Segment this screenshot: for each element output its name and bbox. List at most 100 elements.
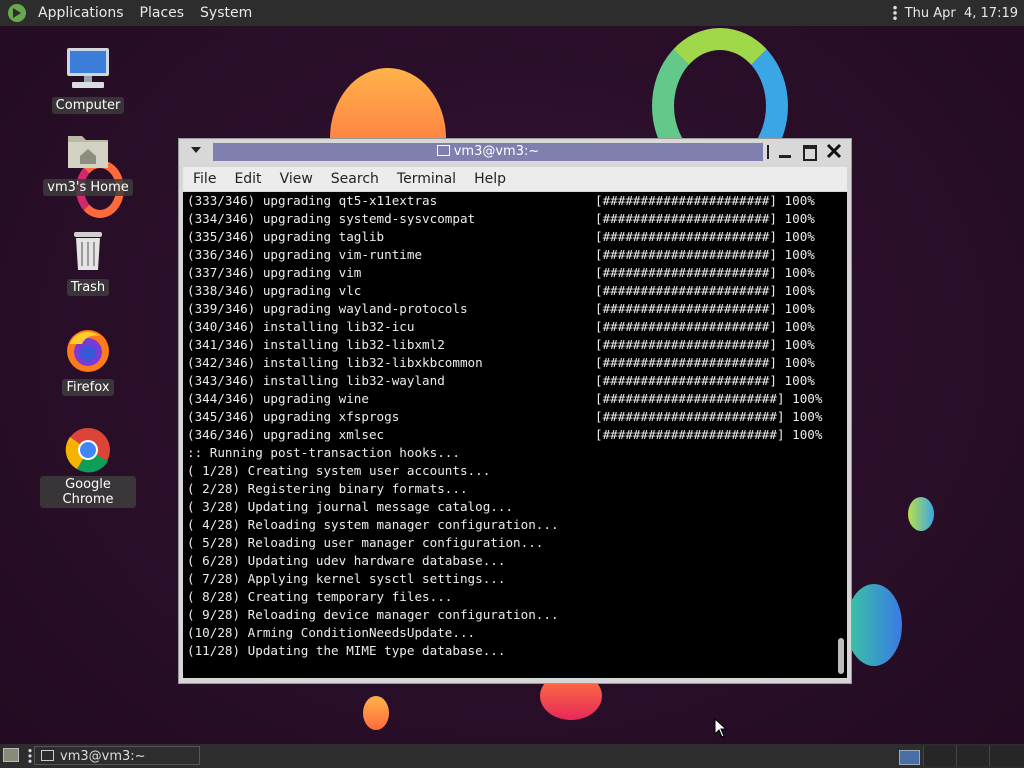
taskbar-task-label: vm3@vm3:~ xyxy=(60,749,146,764)
terminal-scrollbar[interactable] xyxy=(836,192,844,678)
progress-text: (339/346) upgrading wayland-protocols xyxy=(187,301,468,316)
workspace-2[interactable] xyxy=(924,746,957,766)
panel-handle-icon[interactable] xyxy=(28,748,32,764)
clock[interactable]: Thu Apr 4, 17:19 xyxy=(905,6,1018,21)
hook-line: ( 3/28) Updating journal message catalog… xyxy=(187,499,514,514)
scrollbar-thumb[interactable] xyxy=(838,638,844,674)
places-menu[interactable]: Places xyxy=(132,0,193,26)
top-menu: Applications Places System xyxy=(30,0,260,26)
progress-line: (334/346) upgrading systemd-sysvcompat [#… xyxy=(187,210,837,228)
menu-search[interactable]: Search xyxy=(321,171,387,187)
hook-line: ( 4/28) Reloading system manager configu… xyxy=(187,517,559,532)
mouse-cursor-icon xyxy=(714,717,728,738)
clock-area: Thu Apr 4, 17:19 xyxy=(892,0,1018,26)
minimize-icon[interactable] xyxy=(779,155,791,158)
progress-text: (333/346) upgrading qt5-x11extras xyxy=(187,193,438,208)
desktop-icon-home[interactable]: vm3's Home xyxy=(40,126,136,196)
hook-line: ( 6/28) Updating udev hardware database.… xyxy=(187,553,506,568)
applications-menu[interactable]: Applications xyxy=(30,0,132,26)
progress-bar-text: [######################] 100% xyxy=(595,193,815,208)
close-icon[interactable] xyxy=(825,142,843,160)
computer-icon xyxy=(64,44,112,92)
desktop-icon-label: Firefox xyxy=(62,379,114,396)
progress-bar-text: [######################] 100% xyxy=(595,229,815,244)
top-panel: Applications Places System Thu Apr 4, 17… xyxy=(0,0,1024,26)
progress-text: (334/346) upgrading systemd-sysvcompat xyxy=(187,211,476,226)
progress-line: (339/346) upgrading wayland-protocols [##… xyxy=(187,300,837,318)
home-folder-icon xyxy=(64,126,112,174)
window-titlebar[interactable]: vm3@vm3:~ xyxy=(179,139,851,165)
menu-view[interactable]: View xyxy=(270,171,321,187)
progress-text: (338/346) upgrading vlc xyxy=(187,283,362,298)
progress-line: (333/346) upgrading qt5-x11extras [######… xyxy=(187,192,837,210)
maximize-icon[interactable] xyxy=(803,145,817,161)
bottom-panel: vm3@vm3:~ xyxy=(0,744,1024,768)
progress-text: (340/346) installing lib32-icu xyxy=(187,319,415,334)
hook-line: ( 8/28) Creating temporary files... xyxy=(187,589,453,604)
desktop-icon-trash[interactable]: Trash xyxy=(40,226,136,296)
window-title-strip[interactable]: vm3@vm3:~ xyxy=(213,143,763,161)
progress-text: (345/346) upgrading xfsprogs xyxy=(187,409,400,424)
taskbar-terminal-button[interactable]: vm3@vm3:~ xyxy=(34,746,200,765)
menu-help[interactable]: Help xyxy=(464,171,514,187)
wallpaper-pill-shape xyxy=(908,497,934,531)
progress-line: (343/346) installing lib32-wayland [#####… xyxy=(187,372,837,390)
progress-line: (338/346) upgrading vlc [################… xyxy=(187,282,837,300)
menu-edit[interactable]: Edit xyxy=(224,171,269,187)
progress-line: (342/346) installing lib32-libxkbcommon [… xyxy=(187,354,837,372)
hook-line: (11/28) Updating the MIME type database.… xyxy=(187,643,506,658)
workspace-1[interactable] xyxy=(892,746,924,766)
workspace-switcher[interactable] xyxy=(892,746,1024,766)
terminal-window: vm3@vm3:~ File Edit View Search Terminal… xyxy=(178,138,852,684)
desktop-icon-firefox[interactable]: Firefox xyxy=(40,326,136,396)
panel-handle-icon[interactable] xyxy=(892,5,897,21)
progress-bar-text: [######################] 100% xyxy=(595,247,815,262)
workspace-4[interactable] xyxy=(990,746,1024,766)
titlebar-separator xyxy=(767,145,769,159)
show-desktop-icon[interactable] xyxy=(3,748,19,762)
desktop-icon-chrome[interactable]: Google Chrome xyxy=(40,426,136,508)
progress-line: (335/346) upgrading taglib [#############… xyxy=(187,228,837,246)
progress-bar-text: [######################] 100% xyxy=(595,283,815,298)
progress-bar-text: [######################] 100% xyxy=(595,337,815,352)
desktop-icon-computer[interactable]: Computer xyxy=(40,44,136,114)
menu-file[interactable]: File xyxy=(183,171,224,187)
distro-logo-icon[interactable] xyxy=(8,4,26,22)
window-menu-icon[interactable] xyxy=(191,147,201,153)
desktop-icon-label: vm3's Home xyxy=(43,179,133,196)
progress-bar-text: [#######################] 100% xyxy=(595,427,823,442)
progress-bar-text: [#######################] 100% xyxy=(595,409,823,424)
progress-text: (346/346) upgrading xmlsec xyxy=(187,427,385,442)
menu-terminal[interactable]: Terminal xyxy=(387,171,464,187)
terminal-task-icon xyxy=(41,750,54,761)
progress-text: (336/346) upgrading vim-runtime xyxy=(187,247,423,262)
hook-line: ( 5/28) Reloading user manager configura… xyxy=(187,535,544,550)
progress-text: (343/346) installing lib32-wayland xyxy=(187,373,445,388)
terminal-lines: (333/346) upgrading qt5-x11extras [######… xyxy=(187,192,837,660)
progress-bar-text: [######################] 100% xyxy=(595,265,815,280)
progress-line: (340/346) installing lib32-icu [#########… xyxy=(187,318,837,336)
progress-text: (344/346) upgrading wine xyxy=(187,391,369,406)
progress-line: (345/346) upgrading xfsprogs [###########… xyxy=(187,408,837,426)
terminal-output[interactable]: (333/346) upgrading qt5-x11extras [######… xyxy=(183,192,847,678)
progress-bar-text: [######################] 100% xyxy=(595,355,815,370)
progress-text: (341/346) installing lib32-libxml2 xyxy=(187,337,445,352)
workspace-3[interactable] xyxy=(957,746,990,766)
system-menu[interactable]: System xyxy=(192,0,260,26)
hook-line: (10/28) Arming ConditionNeedsUpdate... xyxy=(187,625,476,640)
firefox-icon xyxy=(64,326,112,374)
progress-bar-text: [######################] 100% xyxy=(595,319,815,334)
hook-line: ( 1/28) Creating system user accounts... xyxy=(187,463,491,478)
desktop-icon-label: Google Chrome xyxy=(40,476,136,508)
terminal-menubar: File Edit View Search Terminal Help xyxy=(183,167,847,191)
wallpaper-small-orange-shape xyxy=(363,696,389,730)
progress-bar-text: [#######################] 100% xyxy=(595,391,823,406)
progress-text: (342/346) installing lib32-libxkbcommon xyxy=(187,355,483,370)
hook-line: ( 2/28) Registering binary formats... xyxy=(187,481,468,496)
progress-line: (341/346) installing lib32-libxml2 [#####… xyxy=(187,336,837,354)
hook-line: ( 7/28) Applying kernel sysctl settings.… xyxy=(187,571,506,586)
trash-icon xyxy=(64,226,112,274)
progress-bar-text: [######################] 100% xyxy=(595,211,815,226)
chrome-icon xyxy=(64,426,112,474)
desktop-icon-label: Computer xyxy=(51,97,125,114)
